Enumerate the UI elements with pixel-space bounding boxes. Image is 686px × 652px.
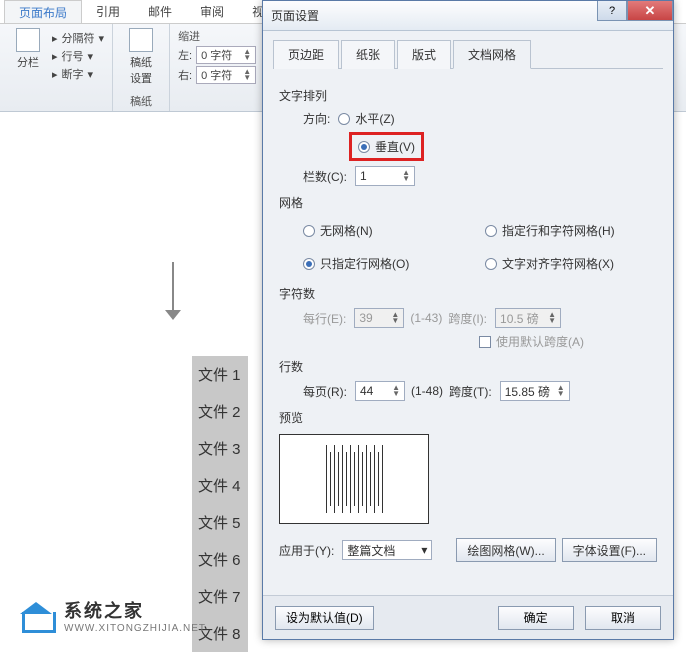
text-arrange-title: 文字排列 bbox=[279, 87, 657, 104]
list-item[interactable]: 文件 4 bbox=[192, 467, 248, 504]
per-page-label: 每页(R): bbox=[303, 383, 347, 400]
per-line-label: 每行(E): bbox=[303, 310, 346, 327]
breaks-button[interactable]: ▸ 分隔符 ▾ bbox=[52, 30, 104, 46]
watermark-icon bbox=[16, 598, 56, 634]
font-settings-button[interactable]: 字体设置(F)... bbox=[562, 538, 657, 562]
per-line-input: 39▲▼ bbox=[354, 308, 404, 328]
indent-right-input[interactable]: 0 字符▲▼ bbox=[196, 66, 256, 84]
apply-to-label: 应用于(Y): bbox=[279, 542, 334, 559]
preview-title: 预览 bbox=[279, 409, 657, 426]
char-pitch-label: 跨度(I): bbox=[448, 310, 487, 327]
drawing-grid-button[interactable]: 绘图网格(W)... bbox=[456, 538, 555, 562]
tab-paper[interactable]: 纸张 bbox=[341, 40, 395, 69]
paper-settings-button[interactable]: 稿纸 设置 bbox=[121, 28, 161, 86]
dialog-footer: 设为默认值(D) 确定 取消 bbox=[263, 595, 673, 639]
char-pitch-input: 10.5 磅▲▼ bbox=[495, 308, 561, 328]
paper-icon bbox=[129, 28, 153, 52]
preview-box bbox=[279, 434, 429, 524]
chars-title: 字符数 bbox=[279, 285, 657, 302]
hyphenation-button[interactable]: ▸ 断字 ▾ bbox=[52, 66, 104, 82]
dialog-titlebar: 页面设置 ? ✕ bbox=[263, 1, 673, 31]
radio-horizontal[interactable] bbox=[338, 113, 350, 125]
tab-page-layout[interactable]: 页面布局 bbox=[4, 0, 82, 23]
tab-mailings[interactable]: 邮件 bbox=[134, 0, 186, 23]
radio-line-char-grid[interactable] bbox=[485, 225, 497, 237]
watermark-sub: WWW.XITONGZHIJIA.NET bbox=[64, 623, 206, 634]
lines-title: 行数 bbox=[279, 358, 657, 375]
dialog-title: 页面设置 bbox=[271, 7, 319, 24]
ribbon-group-columns: 分栏 ▸ 分隔符 ▾ ▸ 行号 ▾ ▸ 断字 ▾ bbox=[0, 24, 113, 111]
line-pitch-label: 跨度(T): bbox=[449, 383, 492, 400]
columns-button[interactable]: 分栏 bbox=[8, 28, 48, 84]
dialog-tabs: 页边距 纸张 版式 文档网格 bbox=[273, 39, 663, 69]
line-pitch-input[interactable]: 15.85 磅▲▼ bbox=[500, 381, 570, 401]
list-item[interactable]: 文件 5 bbox=[192, 504, 248, 541]
dialog-body: 文字排列 方向: 水平(Z) 垂直(V) 栏数(C): 1▲▼ 网格 无网格(N… bbox=[263, 69, 673, 577]
line-numbers-button[interactable]: ▸ 行号 ▾ bbox=[52, 48, 104, 64]
direction-label: 方向: bbox=[303, 110, 330, 127]
page-setup-dialog: 页面设置 ? ✕ 页边距 纸张 版式 文档网格 文字排列 方向: 水平(Z) 垂… bbox=[262, 0, 674, 640]
close-button[interactable]: ✕ bbox=[627, 1, 673, 21]
per-page-input[interactable]: 44▲▼ bbox=[355, 381, 405, 401]
list-item[interactable]: 文件 2 bbox=[192, 393, 248, 430]
help-button[interactable]: ? bbox=[597, 1, 627, 21]
radio-vertical[interactable] bbox=[358, 141, 370, 153]
radio-line-only-grid[interactable] bbox=[303, 258, 315, 270]
indent-left-row: 左: 0 字符▲▼ bbox=[178, 46, 256, 64]
vertical-highlight: 垂直(V) bbox=[349, 132, 424, 161]
columns-input[interactable]: 1▲▼ bbox=[355, 166, 415, 186]
group-paper-title: 稿纸 bbox=[121, 93, 161, 109]
default-pitch-checkbox bbox=[479, 336, 491, 348]
columns-icon bbox=[16, 28, 40, 52]
tab-references[interactable]: 引用 bbox=[82, 0, 134, 23]
ruler-marker-icon bbox=[165, 262, 181, 322]
ok-button[interactable]: 确定 bbox=[498, 606, 574, 630]
cancel-button[interactable]: 取消 bbox=[585, 606, 661, 630]
tab-document-grid[interactable]: 文档网格 bbox=[453, 40, 531, 69]
radio-no-grid[interactable] bbox=[303, 225, 315, 237]
ribbon-group-indent: 缩进 左: 0 字符▲▼ 右: 0 字符▲▼ bbox=[170, 24, 265, 111]
list-item[interactable]: 文件 6 bbox=[192, 541, 248, 578]
indent-title: 缩进 bbox=[178, 28, 256, 44]
radio-align-grid[interactable] bbox=[485, 258, 497, 270]
watermark: 系统之家 WWW.XITONGZHIJIA.NET bbox=[16, 597, 206, 634]
grid-title: 网格 bbox=[279, 194, 657, 211]
tab-layout[interactable]: 版式 bbox=[397, 40, 451, 69]
list-item[interactable]: 文件 3 bbox=[192, 430, 248, 467]
list-item[interactable]: 文件 1 bbox=[192, 356, 248, 393]
apply-to-select[interactable]: 整篇文档▾ bbox=[342, 540, 432, 560]
indent-left-input[interactable]: 0 字符▲▼ bbox=[196, 46, 256, 64]
indent-right-row: 右: 0 字符▲▼ bbox=[178, 66, 256, 84]
tab-margins[interactable]: 页边距 bbox=[273, 40, 339, 69]
ribbon-group-paper: 稿纸 设置 稿纸 bbox=[113, 24, 170, 111]
columns-label: 栏数(C): bbox=[303, 168, 347, 185]
tab-review[interactable]: 审阅 bbox=[186, 0, 238, 23]
set-default-button[interactable]: 设为默认值(D) bbox=[275, 606, 374, 630]
watermark-title: 系统之家 bbox=[64, 597, 206, 623]
